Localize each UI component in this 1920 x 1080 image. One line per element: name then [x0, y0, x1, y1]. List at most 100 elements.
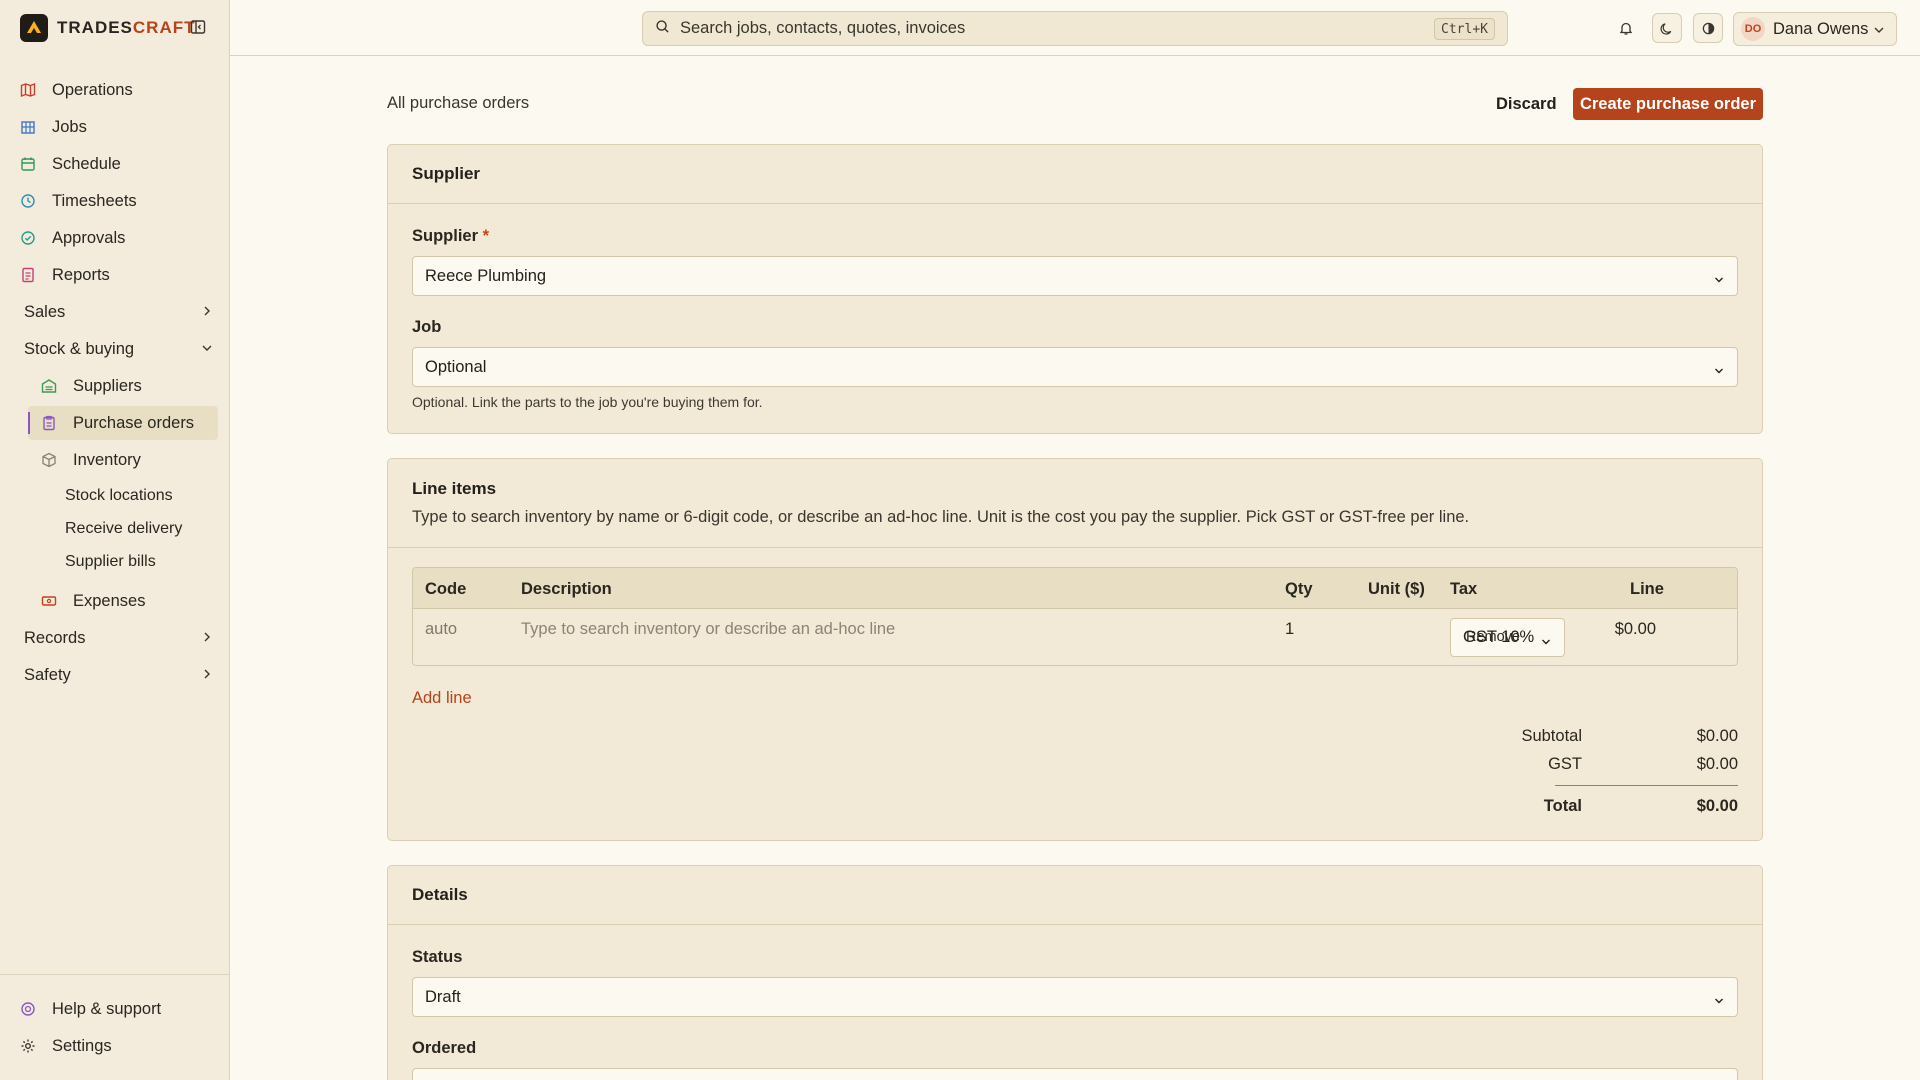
contrast-icon[interactable] — [1693, 13, 1723, 43]
total-value: $0.00 — [1696, 797, 1738, 815]
shortcut-hint: Ctrl+K — [1434, 18, 1495, 40]
sidebar-item-suppliers[interactable]: Suppliers — [28, 369, 218, 403]
sidebar: TRADESCRAFT Operations Jobs Schedule Tim… — [0, 0, 230, 1080]
warehouse-icon — [41, 377, 65, 395]
chevron-right-icon — [200, 630, 214, 649]
calendar-icon — [20, 155, 44, 173]
sidebar-item-help[interactable]: Help & support — [20, 994, 161, 1024]
select-value: Optional — [425, 357, 487, 376]
column-header: Tax — [1450, 580, 1478, 598]
moon-icon[interactable] — [1652, 13, 1682, 43]
sidebar-group-sales[interactable]: Sales — [24, 297, 214, 327]
sidebar-item-label: Inventory — [73, 450, 141, 469]
card-title: Supplier — [388, 145, 1762, 204]
sidebar-group-stock-buying[interactable]: Stock & buying — [24, 334, 214, 364]
sidebar-item-label: Jobs — [52, 117, 87, 136]
brand-logo-icon — [20, 14, 48, 42]
unit-cost-input[interactable] — [1368, 616, 1438, 642]
description-input[interactable]: Type to search inventory or describe an … — [521, 620, 1261, 639]
sidebar-item-timesheets[interactable]: Timesheets — [20, 186, 137, 216]
gst-label: GST — [1548, 755, 1582, 773]
line-items-card: Line items Type to search inventory by n… — [387, 458, 1763, 841]
status-label: Status — [412, 948, 463, 966]
column-header: Code — [425, 580, 467, 598]
divider — [388, 547, 1762, 548]
sidebar-item-expenses[interactable]: Expenses — [28, 584, 218, 618]
details-card: Details Status Draft Ordered — [387, 865, 1763, 1080]
sidebar-item-approvals[interactable]: Approvals — [20, 223, 125, 253]
supplier-card: Supplier Supplier * Reece Plumbing Job O… — [387, 144, 1763, 434]
building-icon — [20, 118, 44, 136]
sidebar-item-label: Approvals — [52, 228, 126, 247]
required-mark: * — [482, 227, 490, 245]
sidebar-group-safety[interactable]: Safety — [24, 660, 214, 690]
ordered-label: Ordered — [412, 1039, 477, 1057]
topbar: Search jobs, contacts, quotes, invoices … — [230, 0, 1920, 56]
label-text: Supplier — [412, 227, 479, 245]
sidebar-item-label: Expenses — [73, 591, 146, 610]
gst-value: $0.00 — [1696, 755, 1738, 773]
receipt-icon — [41, 592, 65, 610]
supplier-label: Supplier * — [412, 227, 489, 246]
remove-line-button[interactable]: Remove — [1466, 629, 1520, 645]
totals-divider — [1555, 785, 1738, 786]
subtotal-label: Subtotal — [1521, 727, 1582, 745]
qty-input[interactable]: 1 — [1285, 620, 1294, 639]
status-select[interactable]: Draft — [412, 977, 1738, 1017]
user-menu-button[interactable]: DO Dana Owens — [1733, 12, 1897, 46]
box-icon — [41, 451, 65, 469]
sidebar-group-label: Safety — [24, 665, 71, 684]
breadcrumb[interactable]: All purchase orders — [387, 94, 529, 113]
sidebar-item-inventory[interactable]: Inventory — [28, 443, 218, 477]
chevron-down-icon — [200, 341, 214, 360]
sidebar-item-schedule[interactable]: Schedule — [20, 149, 121, 179]
ordered-date-field[interactable] — [412, 1068, 1738, 1080]
sidebar-item-stock-locations[interactable]: Stock locations — [65, 482, 173, 510]
sidebar-item-purchase-orders[interactable]: Purchase orders — [28, 406, 218, 440]
sidebar-divider — [0, 974, 230, 975]
search-placeholder: Search jobs, contacts, quotes, invoices — [680, 19, 966, 37]
card-description: Type to search inventory by name or 6-di… — [412, 508, 1470, 526]
sidebar-item-receive-delivery[interactable]: Receive delivery — [65, 515, 182, 543]
chevron-down-icon — [1713, 993, 1725, 1012]
sidebar-item-label: Reports — [52, 265, 110, 284]
sidebar-group-records[interactable]: Records — [24, 623, 214, 653]
sidebar-item-operations[interactable]: Operations — [20, 75, 133, 105]
brand[interactable]: TRADESCRAFT — [20, 14, 196, 42]
sidebar-item-settings[interactable]: Settings — [20, 1031, 112, 1061]
supplier-select[interactable]: Reece Plumbing — [412, 256, 1738, 296]
bell-icon[interactable] — [1611, 13, 1641, 43]
sidebar-group-label: Sales — [24, 302, 66, 321]
total-label: Total — [1543, 797, 1582, 815]
sidebar-item-jobs[interactable]: Jobs — [20, 112, 87, 142]
sidebar-item-reports[interactable]: Reports — [20, 260, 110, 290]
line-total-cell: $0.00 — [1614, 620, 1656, 638]
user-name: Dana Owens — [1773, 19, 1869, 38]
select-value: Reece Plumbing — [425, 266, 547, 285]
chevron-down-icon — [1872, 23, 1886, 42]
line-items-table: Code Description Qty Unit ($) Tax Line a… — [412, 567, 1738, 666]
sidebar-item-label: Operations — [52, 80, 133, 99]
add-line-button[interactable]: Add line — [412, 689, 472, 708]
gear-icon — [20, 1037, 44, 1055]
search-input[interactable]: Search jobs, contacts, quotes, invoices … — [642, 11, 1508, 46]
sidebar-item-label: Suppliers — [73, 376, 142, 395]
create-purchase-order-button[interactable]: Create purchase order — [1573, 88, 1763, 120]
clock-icon — [20, 192, 44, 210]
report-icon — [20, 266, 44, 284]
job-label: Job — [412, 318, 442, 336]
sidebar-item-label: Settings — [52, 1036, 112, 1055]
chevron-down-icon — [1713, 272, 1725, 291]
job-select[interactable]: Optional — [412, 347, 1738, 387]
discard-button[interactable]: Discard — [1488, 88, 1565, 120]
sidebar-item-supplier-bills[interactable]: Supplier bills — [65, 548, 156, 576]
chevron-right-icon — [200, 304, 214, 323]
brand-name: TRADESCRAFT — [57, 18, 196, 37]
avatar: DO — [1741, 17, 1765, 41]
sidebar-item-label: Timesheets — [52, 191, 137, 210]
sidebar-item-label: Help & support — [52, 999, 162, 1018]
sidebar-collapse-icon[interactable] — [190, 19, 208, 37]
chevron-down-icon — [1540, 634, 1552, 653]
job-hint: Optional. Link the parts to the job you'… — [412, 394, 763, 410]
select-value: Draft — [425, 987, 461, 1006]
